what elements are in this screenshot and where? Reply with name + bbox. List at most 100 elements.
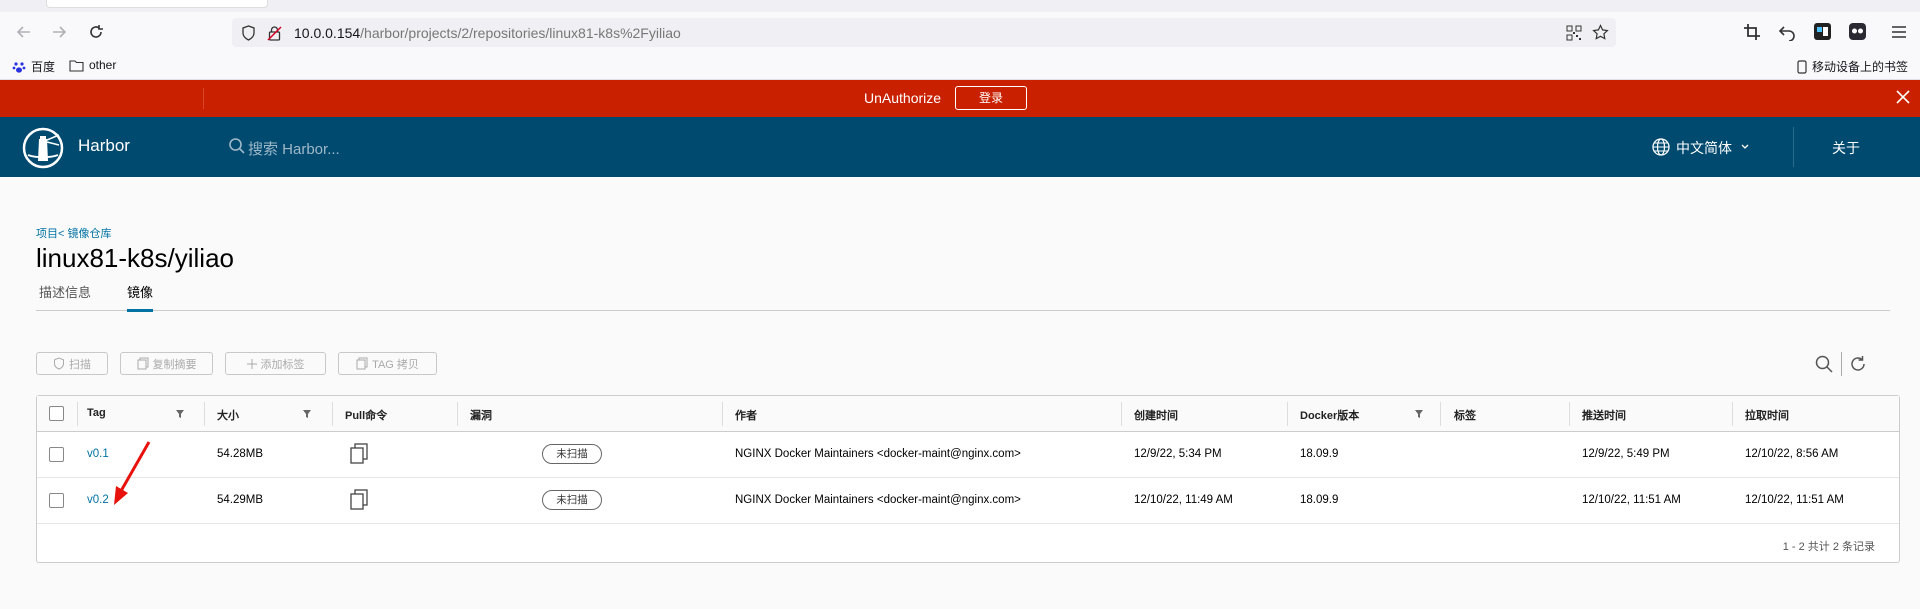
banner-divider bbox=[203, 88, 204, 109]
menu-hamburger-icon[interactable] bbox=[1890, 23, 1908, 41]
mobile-bookmarks-label: 移动设备上的书签 bbox=[1812, 60, 1909, 74]
push-time-cell: 12/9/22, 5:49 PM bbox=[1582, 448, 1670, 460]
scan-label: 扫描 bbox=[69, 358, 91, 371]
toolbar-divider bbox=[1841, 352, 1842, 376]
bookmark-folder-other[interactable]: other bbox=[69, 58, 116, 72]
extension-icon[interactable] bbox=[1813, 22, 1832, 41]
url-path: /harbor/projects/2/repositories/linux81-… bbox=[360, 25, 681, 41]
search-icon[interactable] bbox=[1814, 354, 1834, 374]
language-selector[interactable]: 中文简体 bbox=[1676, 138, 1732, 158]
push-time-cell: 12/10/22, 11:51 AM bbox=[1582, 494, 1681, 506]
tag-link[interactable]: v0.1 bbox=[87, 448, 109, 460]
table-row[interactable]: v0.2 54.29MB 未扫描 NGINX Docker Maintainer… bbox=[37, 478, 1899, 524]
insecure-lock-icon[interactable] bbox=[267, 25, 282, 41]
pull-time-cell: 12/10/22, 11:51 AM bbox=[1745, 494, 1844, 506]
docker-version-cell: 18.09.9 bbox=[1300, 494, 1339, 506]
main-content: 项目< 镜像仓库 linux81-k8s/yiliao 描述信息 镜像 扫描 复… bbox=[0, 177, 1920, 609]
extension-panda-icon[interactable] bbox=[1848, 22, 1867, 41]
bookmark-label: other bbox=[89, 58, 117, 72]
pull-time-cell: 12/10/22, 8:56 AM bbox=[1745, 448, 1839, 460]
refresh-icon[interactable] bbox=[1848, 354, 1868, 374]
author-cell: NGINX Docker Maintainers <docker-maint@n… bbox=[735, 448, 1021, 460]
created-cell: 12/9/22, 5:34 PM bbox=[1134, 448, 1222, 460]
copy-icon bbox=[137, 357, 149, 370]
global-search-input[interactable]: 搜索 Harbor... bbox=[248, 138, 340, 159]
copy-digest-button[interactable]: 复制摘要 bbox=[120, 352, 213, 375]
folder-icon bbox=[69, 59, 84, 72]
brand-name[interactable]: Harbor bbox=[78, 136, 130, 156]
column-header-push-time[interactable]: 推送时间 bbox=[1582, 407, 1626, 423]
column-header-labels[interactable]: 标签 bbox=[1454, 407, 1476, 423]
column-header-pull-time[interactable]: 拉取时间 bbox=[1745, 407, 1789, 423]
back-arrow-icon[interactable] bbox=[14, 22, 34, 42]
pagination-summary: 1 - 2 共计 2 条记录 bbox=[1782, 541, 1875, 553]
tag-link[interactable]: v0.2 bbox=[87, 494, 109, 506]
column-separator bbox=[1287, 402, 1288, 426]
harbor-logo-icon[interactable] bbox=[22, 127, 64, 169]
tab-description[interactable]: 描述信息 bbox=[39, 282, 91, 309]
copy-pull-command-icon[interactable] bbox=[349, 443, 369, 465]
page-title: linux81-k8s/yiliao bbox=[36, 243, 234, 273]
docker-version-cell: 18.09.9 bbox=[1300, 448, 1339, 460]
copy-pull-command-icon[interactable] bbox=[349, 489, 369, 511]
reload-icon[interactable] bbox=[86, 22, 106, 42]
row-checkbox[interactable] bbox=[49, 493, 64, 508]
artifact-table: Tag 大小 Pull命令 漏洞 作者 创建时间 Docker版本 标签 推送时… bbox=[36, 395, 1900, 563]
column-separator bbox=[1569, 402, 1570, 426]
add-label-button[interactable]: 添加标签 bbox=[225, 352, 326, 375]
filter-icon[interactable] bbox=[1414, 409, 1424, 419]
about-link[interactable]: 关于 bbox=[1832, 138, 1860, 158]
column-header-pull-command[interactable]: Pull命令 bbox=[345, 407, 387, 423]
table-row[interactable]: v0.1 54.28MB 未扫描 NGINX Docker Maintainer… bbox=[37, 432, 1899, 478]
banner-message: UnAuthorize bbox=[864, 90, 942, 106]
shield-icon[interactable] bbox=[241, 25, 256, 41]
address-bar[interactable]: 10.0.0.154/harbor/projects/2/repositorie… bbox=[232, 18, 1616, 47]
globe-icon[interactable] bbox=[1651, 137, 1671, 157]
chevron-down-icon[interactable] bbox=[1740, 143, 1750, 151]
column-header-created[interactable]: 创建时间 bbox=[1134, 407, 1178, 423]
header-divider bbox=[1793, 127, 1794, 167]
column-header-tag[interactable]: Tag bbox=[87, 407, 106, 419]
scan-status-badge: 未扫描 bbox=[542, 444, 602, 464]
url-text[interactable]: 10.0.0.154/harbor/projects/2/repositorie… bbox=[294, 25, 681, 41]
table-header: Tag 大小 Pull命令 漏洞 作者 创建时间 Docker版本 标签 推送时… bbox=[37, 396, 1899, 432]
tag-copy-label: TAG 拷贝 bbox=[372, 358, 419, 371]
copy-digest-label: 复制摘要 bbox=[152, 358, 197, 371]
undo-icon[interactable] bbox=[1778, 23, 1796, 41]
size-cell: 54.29MB bbox=[217, 494, 264, 506]
copy-icon bbox=[356, 357, 368, 370]
breadcrumb[interactable]: 项目< 镜像仓库 bbox=[36, 225, 111, 241]
column-separator bbox=[722, 402, 723, 426]
mobile-bookmarks[interactable]: 移动设备上的书签 bbox=[1797, 58, 1908, 75]
column-separator bbox=[204, 402, 205, 426]
row-checkbox[interactable] bbox=[49, 447, 64, 462]
shield-check-icon bbox=[53, 357, 65, 370]
star-bookmark-icon[interactable] bbox=[1592, 24, 1609, 41]
url-host: 10.0.0.154 bbox=[294, 25, 361, 41]
column-header-docker-version[interactable]: Docker版本 bbox=[1300, 407, 1359, 423]
tag-copy-button[interactable]: TAG 拷贝 bbox=[338, 352, 437, 375]
screenshot-crop-icon[interactable] bbox=[1743, 23, 1761, 41]
scan-button[interactable]: 扫描 bbox=[36, 352, 108, 375]
unauthorized-banner: UnAuthorize 登录 bbox=[0, 80, 1920, 117]
close-icon[interactable] bbox=[1895, 89, 1911, 105]
filter-icon[interactable] bbox=[175, 409, 185, 419]
filter-icon[interactable] bbox=[302, 409, 312, 419]
search-icon[interactable] bbox=[228, 137, 246, 155]
forward-arrow-icon[interactable] bbox=[49, 22, 69, 42]
browser-tab[interactable] bbox=[46, 0, 268, 8]
column-header-author[interactable]: 作者 bbox=[735, 407, 757, 423]
size-cell: 54.28MB bbox=[217, 448, 264, 460]
qr-code-icon[interactable] bbox=[1566, 25, 1582, 41]
login-button[interactable]: 登录 bbox=[955, 86, 1027, 110]
browser-tab-strip bbox=[0, 0, 1920, 12]
bookmark-baidu[interactable]: 百度 bbox=[12, 58, 55, 75]
column-header-size[interactable]: 大小 bbox=[217, 407, 239, 423]
column-header-vulnerabilities[interactable]: 漏洞 bbox=[470, 407, 492, 423]
baidu-paw-icon bbox=[12, 60, 26, 74]
column-separator bbox=[1121, 402, 1122, 426]
select-all-checkbox[interactable] bbox=[49, 406, 64, 421]
annotation-arrow-icon bbox=[108, 439, 153, 509]
tab-images[interactable]: 镜像 bbox=[127, 282, 154, 312]
column-separator bbox=[77, 402, 78, 426]
